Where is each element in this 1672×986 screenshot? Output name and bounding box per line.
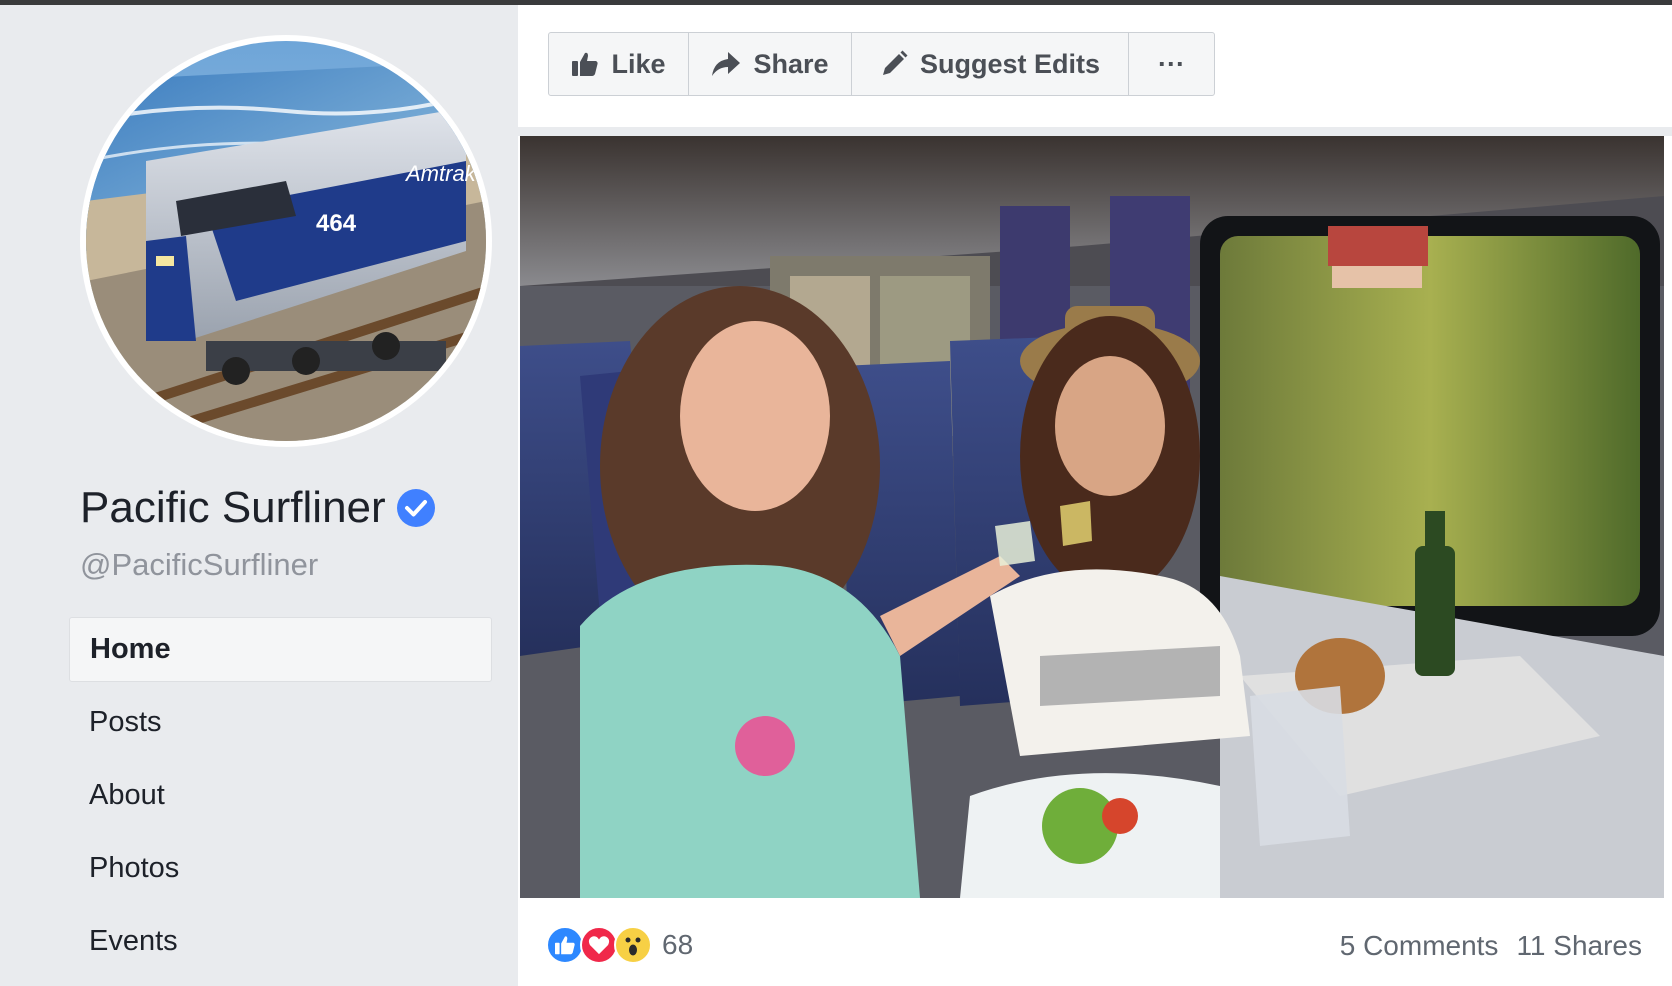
nav-item-about[interactable]: About — [69, 763, 492, 828]
reaction-count: 68 — [662, 929, 694, 960]
reaction-summary[interactable]: 68 — [546, 926, 693, 964]
like-button[interactable]: Like — [549, 33, 689, 95]
verified-badge-icon — [396, 488, 436, 528]
svg-text:Amtrak: Amtrak — [404, 161, 477, 186]
page-action-bar: Like Share Suggest Edits ··· — [548, 32, 1215, 96]
share-label: Share — [753, 48, 829, 79]
svg-text:464: 464 — [316, 210, 357, 237]
main-content: Like Share Suggest Edits ··· 68 5 Commen… — [518, 5, 1672, 986]
nav-item-events[interactable]: Events — [69, 909, 492, 974]
post-stats: 5 Comments 11 Shares — [1340, 930, 1642, 962]
like-label: Like — [611, 48, 666, 79]
nav-item-posts[interactable]: Posts — [69, 690, 492, 755]
more-dots-icon: ··· — [1158, 48, 1185, 79]
nav-item-photos[interactable]: Photos — [69, 836, 492, 901]
love-reaction-icon — [580, 926, 618, 964]
profile-picture[interactable]: Amtrak 464 — [80, 35, 492, 447]
shares-count-link[interactable]: 11 Shares — [1516, 930, 1642, 962]
more-options-button[interactable]: ··· — [1129, 33, 1214, 95]
share-button[interactable]: Share — [689, 33, 852, 95]
share-arrow-icon — [711, 51, 741, 77]
like-reaction-icon — [546, 926, 584, 964]
profile-picture-image: Amtrak 464 — [86, 41, 486, 441]
thumbs-up-icon — [571, 51, 599, 77]
post-footer: 68 5 Comments 11 Shares — [518, 898, 1672, 986]
page-name-text: Pacific Surfliner — [80, 483, 386, 532]
left-sidebar: Amtrak 464 Pacific Surfliner @PacificSur… — [0, 5, 518, 986]
nav-item-home[interactable]: Home — [69, 617, 492, 682]
page-handle[interactable]: @PacificSurfliner — [80, 547, 318, 583]
wow-reaction-icon — [614, 926, 652, 964]
page-title[interactable]: Pacific Surfliner — [80, 483, 436, 533]
pencil-icon — [880, 50, 908, 78]
post-separator — [518, 127, 1672, 136]
post-photo[interactable] — [520, 136, 1664, 898]
comments-count-link[interactable]: 5 Comments — [1340, 930, 1499, 962]
suggest-edits-button[interactable]: Suggest Edits — [852, 33, 1129, 95]
page-nav: Home Posts About Photos Events — [69, 617, 492, 982]
suggest-edits-label: Suggest Edits — [919, 48, 1101, 79]
